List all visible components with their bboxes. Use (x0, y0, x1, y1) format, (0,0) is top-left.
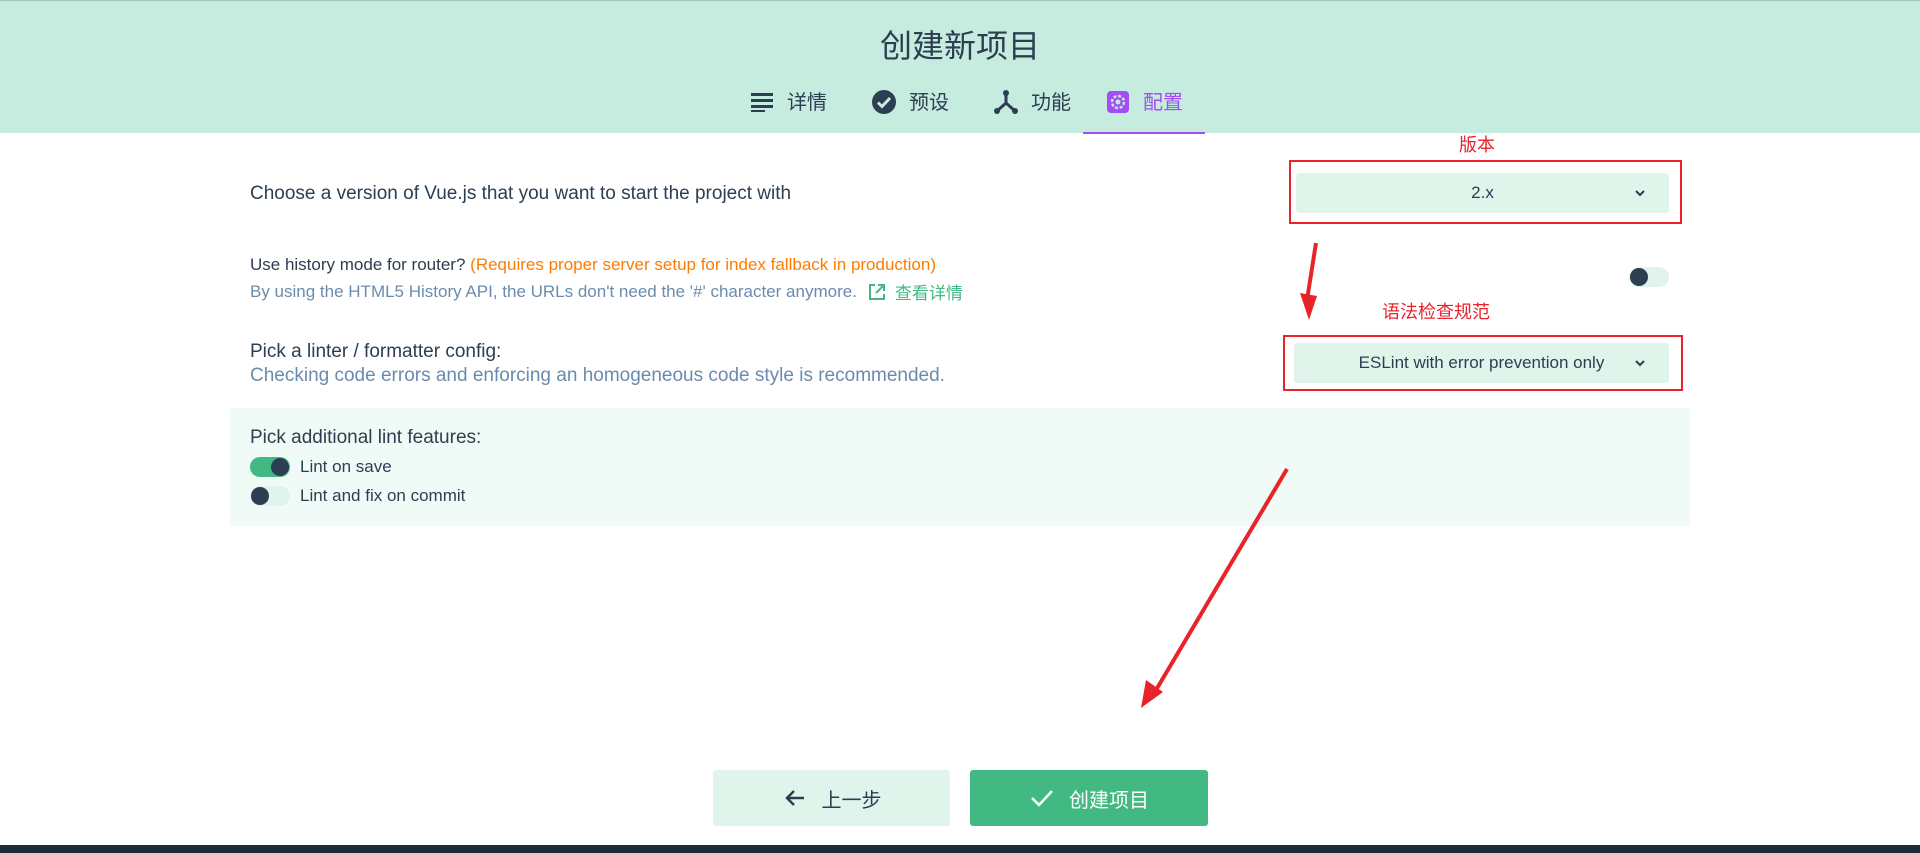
tab-presets[interactable]: 预设 (860, 89, 960, 134)
previous-step-label: 上一步 (821, 787, 882, 812)
header-bar: 创建新项目 详情 预设 功能 配置 (0, 0, 1920, 134)
history-mode-toggle[interactable] (1629, 267, 1669, 287)
linter-description: Checking code errors and enforcing an ho… (250, 365, 945, 386)
lint-features-label: Pick additional lint features: (250, 427, 482, 448)
vue-version-label: Choose a version of Vue.js that you want… (250, 183, 792, 204)
gear-icon (1105, 89, 1131, 115)
arrow-left-icon (782, 785, 808, 811)
history-mode-label: Use history mode for router? (Requires p… (250, 255, 936, 275)
tab-features[interactable]: 功能 (982, 89, 1082, 134)
history-mode-warning: (Requires proper server setup for index … (470, 255, 936, 274)
linter-label: Pick a linter / formatter config: (250, 341, 502, 362)
check-icon (1029, 785, 1055, 811)
linter-select[interactable]: ESLint with error prevention only (1294, 343, 1669, 383)
history-mode-description: By using the HTML5 History API, the URLs… (250, 281, 857, 301)
tab-config[interactable]: 配置 (1083, 89, 1205, 134)
create-project-label: 创建项目 (1069, 787, 1149, 812)
external-link-icon[interactable] (867, 282, 887, 302)
toggle-knob (271, 458, 289, 476)
create-project-button[interactable]: 创建项目 (970, 770, 1208, 826)
chevron-down-icon (1633, 185, 1647, 199)
page-title: 创建新项目 (879, 27, 1040, 65)
lint-on-save-toggle[interactable] (250, 457, 290, 477)
more-info-link[interactable]: 查看详情 (895, 279, 963, 304)
toggle-knob (251, 487, 269, 505)
annotation-linter: 语法检查规范 (1382, 302, 1490, 323)
tab-presets-label: 预设 (909, 90, 949, 114)
annotation-version: 版本 (1459, 135, 1495, 156)
toggle-knob (1630, 268, 1648, 286)
fork-icon (993, 89, 1019, 115)
previous-step-button[interactable]: 上一步 (713, 770, 950, 826)
lint-on-save-label: Lint on save (300, 457, 392, 476)
tab-features-label: 功能 (1031, 90, 1071, 114)
lint-features-panel (230, 408, 1690, 526)
lint-fix-commit-toggle[interactable] (250, 486, 290, 506)
tab-details-label: 详情 (787, 90, 827, 114)
lint-fix-commit-label: Lint and fix on commit (300, 486, 466, 505)
history-mode-description-row: By using the HTML5 History API, the URLs… (250, 279, 963, 304)
check-circle-icon (871, 89, 897, 115)
tab-config-label: 配置 (1143, 90, 1183, 114)
step-tabs: 详情 预设 功能 配置 (0, 89, 1920, 134)
tab-details[interactable]: 详情 (738, 89, 838, 134)
chevron-down-icon (1633, 355, 1647, 369)
arrow-version-to-linter (1300, 242, 1318, 320)
history-mode-title: Use history mode for router? (250, 255, 466, 274)
bottom-bar (0, 845, 1920, 853)
vue-version-value: 2.x (1471, 183, 1494, 202)
vue-version-select[interactable]: 2.x (1296, 173, 1669, 213)
list-icon (749, 89, 775, 115)
linter-value: ESLint with error prevention only (1358, 353, 1605, 372)
